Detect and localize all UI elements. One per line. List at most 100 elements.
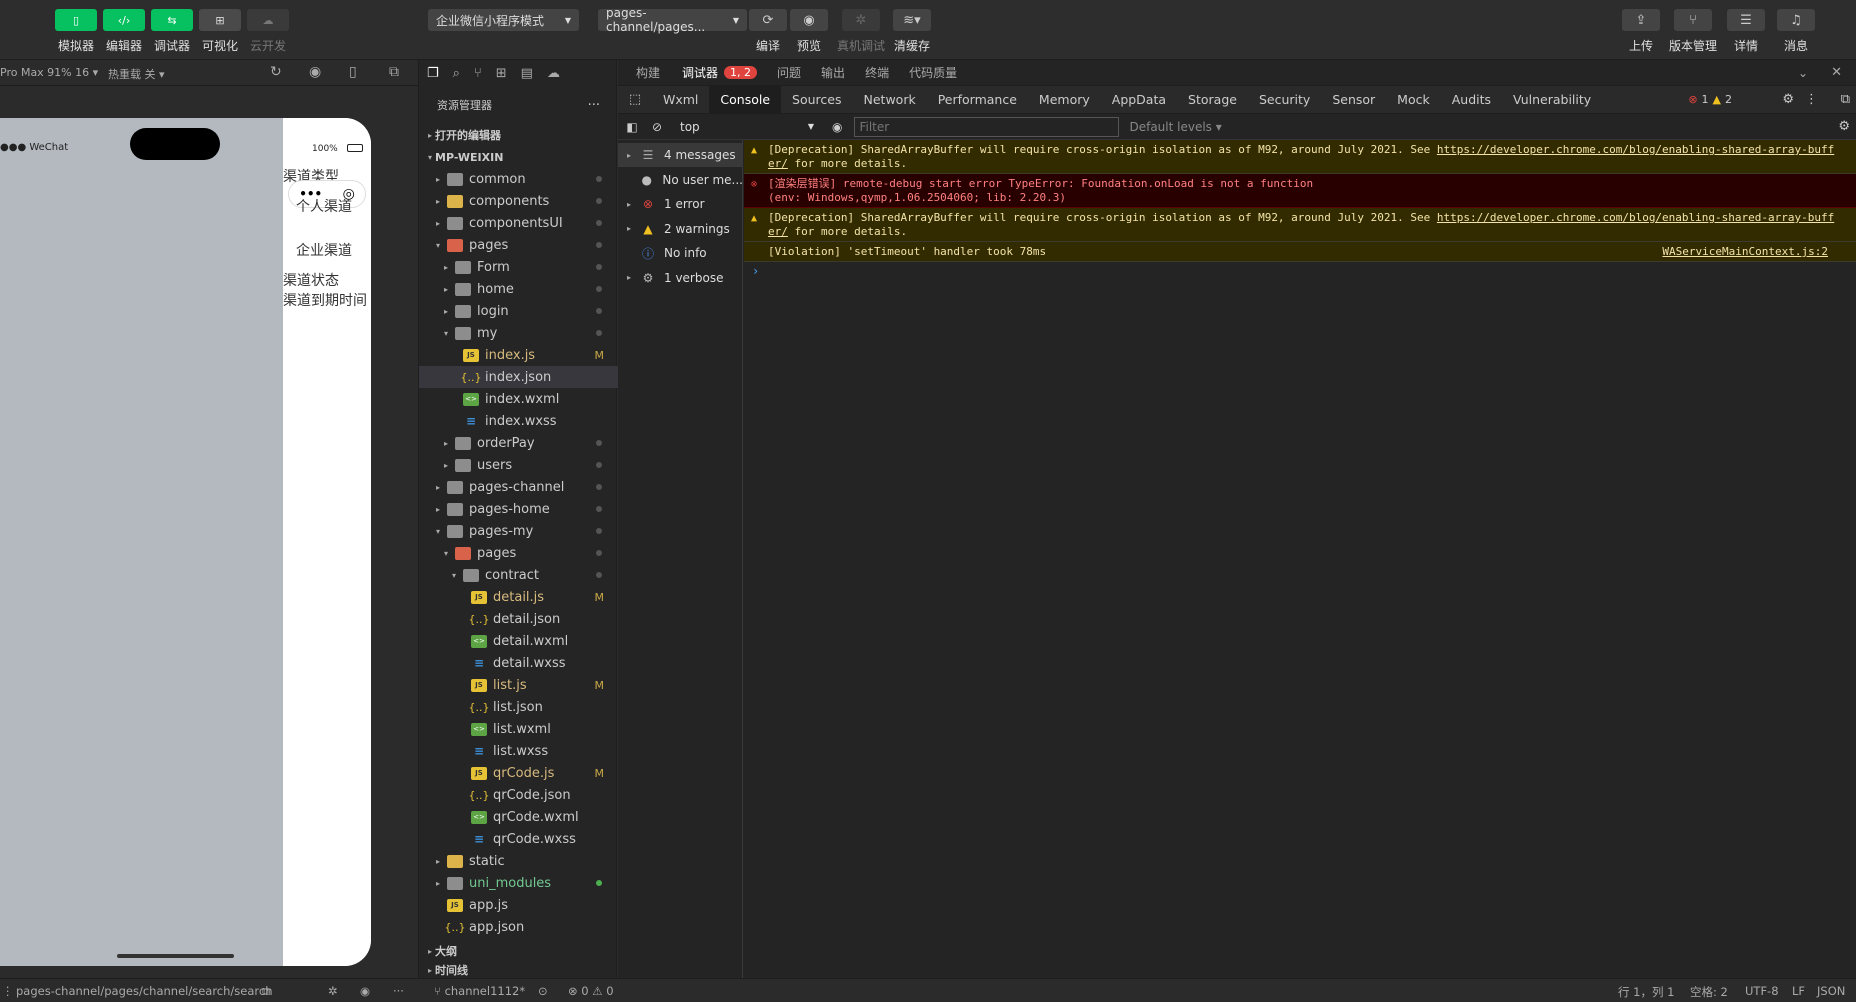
debugger-toggle-button[interactable]: ⇆: [151, 9, 193, 31]
console-sidebar-item[interactable]: ⓘ No info: [618, 241, 743, 265]
tree-item[interactable]: <> list.wxml: [419, 718, 618, 740]
enterprise-channel-option[interactable]: 企业渠道: [296, 240, 352, 260]
tree-item[interactable]: JS index.js M: [419, 344, 618, 366]
tab-performance[interactable]: Performance: [927, 86, 1028, 114]
tree-item[interactable]: {..} detail.json: [419, 608, 618, 630]
eye-icon[interactable]: ◉: [832, 120, 842, 134]
tab-network[interactable]: Network: [853, 86, 927, 114]
open-editors-section[interactable]: ▸ 打开的编辑器: [419, 124, 618, 146]
preview-button[interactable]: ◉: [790, 9, 828, 31]
mode-select[interactable]: 企业微信小程序模式 ▼: [428, 9, 579, 31]
phone-icon[interactable]: ▯: [349, 64, 357, 80]
message-link[interactable]: https://developer.chrome.com/blog/enabli…: [1437, 211, 1834, 224]
tab-security[interactable]: Security: [1248, 86, 1321, 114]
cursor-position[interactable]: 行 1，列 1: [1618, 984, 1674, 1000]
tree-item[interactable]: ≡ list.wxss: [419, 740, 618, 762]
tab-build[interactable]: 构建: [636, 64, 660, 81]
problems-status[interactable]: ⊗ 0 ⚠ 0: [568, 984, 614, 998]
tree-item[interactable]: ▸ pages-channel: [419, 476, 618, 498]
console-sidebar-item[interactable]: ● No user me...: [618, 168, 743, 192]
message-link-continued[interactable]: er/: [768, 225, 788, 238]
tab-terminal[interactable]: 终端: [865, 64, 889, 81]
tree-item[interactable]: ▾ pages-my: [419, 520, 618, 542]
tree-item[interactable]: ▸ Form: [419, 256, 618, 278]
clear-console-icon[interactable]: ⊘: [646, 120, 668, 134]
message-source-link[interactable]: WAServiceMainContext.js:2: [1662, 245, 1828, 259]
tree-item[interactable]: ≡ index.wxss: [419, 410, 618, 432]
tree-item[interactable]: JS detail.js M: [419, 586, 618, 608]
tree-item[interactable]: JS qrCode.js M: [419, 762, 618, 784]
extensions-icon[interactable]: ⊞: [496, 66, 507, 81]
page-path[interactable]: pages-channel/pages/channel/search/searc…: [16, 984, 273, 998]
tree-item[interactable]: ≡ detail.wxss: [419, 652, 618, 674]
outline-section[interactable]: ▸ 大纲: [419, 940, 618, 962]
tab-audits[interactable]: Audits: [1441, 86, 1502, 114]
more-icon[interactable]: ···: [393, 984, 404, 998]
context-select[interactable]: top ▼: [680, 117, 820, 137]
console-sidebar-item[interactable]: ▸ ☰ 4 messages: [618, 143, 743, 167]
tree-item[interactable]: <> detail.wxml: [419, 630, 618, 652]
details-button[interactable]: ☰: [1727, 9, 1765, 31]
tree-item[interactable]: {..} list.json: [419, 696, 618, 718]
clear-cache-button[interactable]: ≋▾: [893, 9, 931, 31]
tree-item[interactable]: JS list.js M: [419, 674, 618, 696]
hot-reload-select[interactable]: 热重载 关 ▾: [108, 66, 165, 82]
version-button[interactable]: ⑂: [1674, 9, 1712, 31]
compile-button[interactable]: ⟳: [749, 9, 787, 31]
settings-icon[interactable]: ✲: [328, 984, 338, 998]
levels-select[interactable]: Default levels ▾: [1129, 120, 1221, 134]
tab-mock[interactable]: Mock: [1386, 86, 1441, 114]
tree-item[interactable]: <> qrCode.wxml: [419, 806, 618, 828]
tree-item[interactable]: ▾ my: [419, 322, 618, 344]
compile-page-select[interactable]: pages-channel/pages... ▼: [598, 6, 747, 34]
tree-item[interactable]: ▾ pages: [419, 234, 618, 256]
message-link-continued[interactable]: er/: [768, 157, 788, 170]
console-message-error[interactable]: ⊗ [渲染层错误] remote-debug start error TypeE…: [744, 174, 1856, 208]
search-icon[interactable]: ⌕: [453, 66, 460, 81]
message-link[interactable]: https://developer.chrome.com/blog/enabli…: [1437, 143, 1834, 156]
indent-setting[interactable]: 空格: 2: [1690, 984, 1728, 1000]
tree-item[interactable]: {..} app.json: [419, 916, 618, 938]
prompt-chevron-icon[interactable]: ›: [752, 264, 759, 278]
console-message-warning[interactable]: ▲ [Deprecation] SharedArrayBuffer will r…: [744, 208, 1856, 242]
tree-item[interactable]: {..} index.json: [419, 366, 618, 388]
remote-debug-button[interactable]: ✲: [842, 9, 880, 31]
messages-button[interactable]: ♫: [1777, 9, 1815, 31]
sync-icon[interactable]: ⊙: [538, 984, 548, 998]
files-icon[interactable]: ❐: [427, 66, 439, 81]
personal-channel-option[interactable]: 个人渠道: [296, 196, 352, 216]
tree-item[interactable]: {..} qrCode.json: [419, 784, 618, 806]
device-select[interactable]: Pro Max 91% 16 ▾: [0, 66, 98, 79]
eye-icon[interactable]: ◉: [360, 984, 370, 998]
tree-item[interactable]: ▸ login: [419, 300, 618, 322]
upload-button[interactable]: ⇪: [1622, 9, 1660, 31]
tab-output[interactable]: 输出: [821, 64, 845, 81]
eol-setting[interactable]: LF: [1792, 984, 1805, 998]
inspect-icon[interactable]: ⬚: [618, 92, 652, 107]
tree-item[interactable]: ▸ orderPay: [419, 432, 618, 454]
rotate-icon[interactable]: ↻: [270, 64, 282, 80]
console-message-warning[interactable]: ▲ [Deprecation] SharedArrayBuffer will r…: [744, 140, 1856, 174]
console-sidebar-item[interactable]: ▸ ▲ 2 warnings: [618, 217, 743, 241]
tree-item[interactable]: ▸ components: [419, 190, 618, 212]
tree-item[interactable]: ▸ home: [419, 278, 618, 300]
visual-toggle-button[interactable]: ⊞: [199, 9, 241, 31]
record-icon[interactable]: ◉: [309, 64, 321, 80]
tree-item[interactable]: ▾ pages: [419, 542, 618, 564]
tree-item[interactable]: ▸ static: [419, 850, 618, 872]
tab-sensor[interactable]: Sensor: [1321, 86, 1386, 114]
tree-item[interactable]: ▸ common: [419, 168, 618, 190]
debug-icon[interactable]: ☁: [547, 66, 560, 81]
tree-item[interactable]: ▸ pages-home: [419, 498, 618, 520]
tab-debugger[interactable]: 调试器: [682, 64, 718, 81]
project-root[interactable]: ▾ MP-WEIXIN: [419, 146, 618, 168]
console-settings-icon[interactable]: ⚙: [1838, 119, 1850, 134]
tree-item[interactable]: ▸ uni_modules: [419, 872, 618, 894]
tree-item[interactable]: <> index.wxml: [419, 388, 618, 410]
source-control-icon[interactable]: ⑂: [474, 66, 482, 81]
popout-icon[interactable]: ⧉: [389, 64, 399, 80]
encoding-setting[interactable]: UTF-8: [1745, 984, 1779, 998]
editor-toggle-button[interactable]: ‹/›: [103, 9, 145, 31]
tree-item[interactable]: ▸ componentsUI: [419, 212, 618, 234]
console-sidebar-item[interactable]: ▸ ⚙ 1 verbose: [618, 266, 743, 290]
